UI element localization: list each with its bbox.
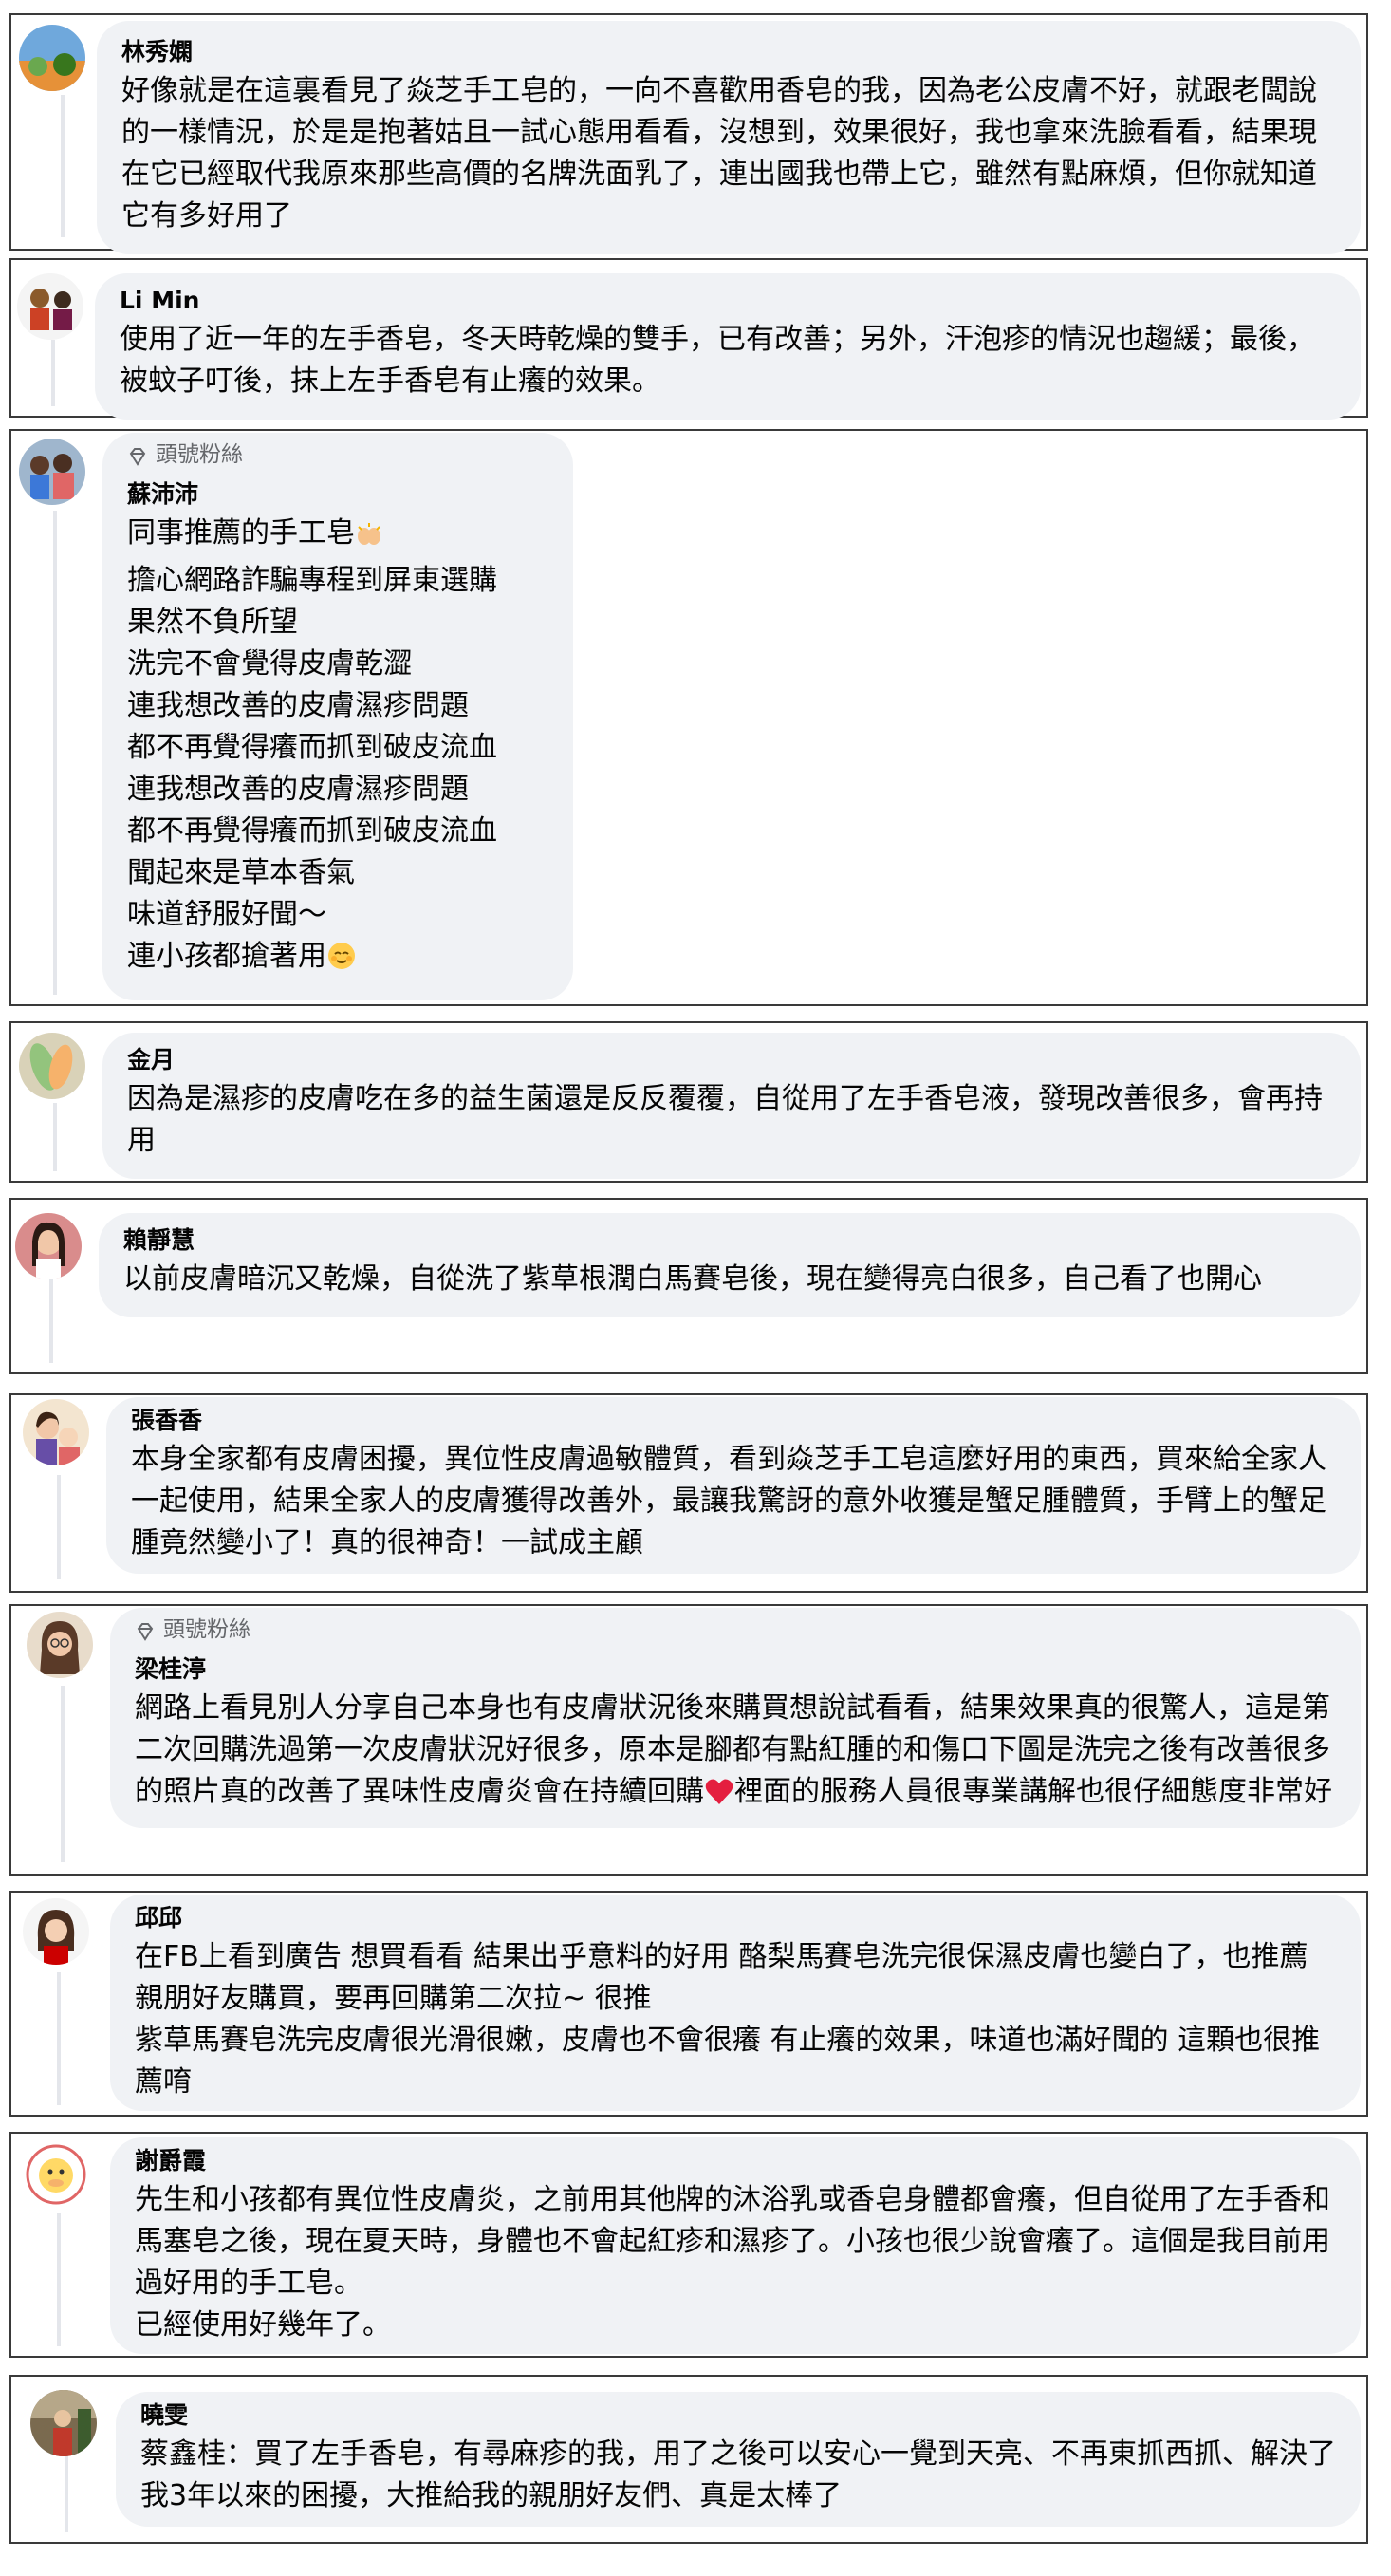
- badge-label: 頭號粉絲: [163, 1617, 250, 1642]
- comment-bubble: Li Min 使用了近一年的左手香皂，冬天時乾燥的雙手，已有改善；另外，汗泡疹的…: [95, 273, 1361, 420]
- comment-card: 邱邱 在FB上看到廣告 想買看看 結果出乎意料的好用 酪梨馬賽皂洗完很保濕皮膚也…: [9, 1891, 1368, 2117]
- commenter-name[interactable]: 賴靜慧: [123, 1223, 1336, 1259]
- diamond-icon: [135, 1619, 156, 1641]
- comment-bubble: 頭號粉絲 蘇沛沛 同事推薦的手工皂 擔心網路詐騙專程到屏東選購 果然不負所望 洗…: [102, 433, 573, 1000]
- comment-bubble: 曉雯 蔡鑫桂：買了左手香皂，有尋麻疹的我，用了之後可以安心一覺到天亮、不再東抓西…: [116, 2392, 1361, 2527]
- comment-card: 賴靜慧 以前皮膚暗沉又乾燥，自從洗了紫草根潤白馬賽皂後，現在變得亮白很多，自己看…: [9, 1198, 1368, 1374]
- thread-line: [57, 2213, 61, 2346]
- landscape-avatar-image: [19, 25, 85, 91]
- mother-child-avatar-image: [23, 1399, 89, 1465]
- avatar[interactable]: [15, 1213, 82, 1279]
- comment-text: 好像就是在這裏看見了焱芝手工皂的，一向不喜歡用香皂的我，因為老公皮膚不好，就跟老…: [121, 74, 1317, 233]
- outdoor-avatar-image: [30, 2390, 97, 2456]
- thread-line: [51, 340, 55, 406]
- comment-card: Li Min 使用了近一年的左手香皂，冬天時乾燥的雙手，已有改善；另外，汗泡疹的…: [9, 258, 1368, 420]
- selfie-avatar-image: [23, 1898, 89, 1965]
- comment-line: 果然不負所望: [127, 606, 298, 639]
- commenter-name[interactable]: 謝爵霞: [135, 2143, 1336, 2179]
- thread-line: [61, 95, 65, 237]
- cartoon-duck-avatar-image: [23, 2141, 89, 2208]
- thread-line: [57, 1475, 61, 1579]
- avatar[interactable]: [19, 25, 85, 91]
- diamond-icon: [127, 444, 148, 466]
- comment-line: 都不再覺得癢而抓到破皮流血: [127, 731, 497, 764]
- food-avatar-image: [19, 1033, 85, 1099]
- comment-bubble: 頭號粉絲 梁桂渟 網路上看見別人分享自己本身也有皮膚狀況後來購買想說試看看，結果…: [110, 1608, 1361, 1828]
- thread-line: [53, 1103, 57, 1171]
- commenter-name[interactable]: 梁桂渟: [135, 1652, 1336, 1688]
- comment-text: 蔡鑫桂：買了左手香皂，有尋麻疹的我，用了之後可以安心一覺到天亮、不再東抓西抓、解…: [140, 2437, 1336, 2512]
- avatar[interactable]: [27, 1612, 93, 1678]
- comment-card: 金月 因為是濕疹的皮膚吃在多的益生菌還是反反覆覆，自從用了左手香皂液，發現改善很…: [9, 1021, 1368, 1183]
- comment-card: 曉雯 蔡鑫桂：買了左手香皂，有尋麻疹的我，用了之後可以安心一覺到天亮、不再東抓西…: [9, 2375, 1368, 2544]
- comment-line: 連小孩都搶著用: [127, 936, 548, 983]
- avatar[interactable]: [17, 273, 83, 340]
- comment-line: 都不再覺得癢而抓到破皮流血: [127, 814, 497, 848]
- avatar[interactable]: [23, 1898, 89, 1965]
- comment-line: 同事推薦的手工皂: [127, 513, 548, 560]
- comment-text: 先生和小孩都有異位性皮膚炎，之前用其他牌的沐浴乳或香皂身體都會癢，但自從用了左手…: [135, 2183, 1330, 2342]
- avatar[interactable]: [19, 439, 85, 505]
- woman-glasses-avatar-image: [27, 1612, 93, 1678]
- relieved-face-emoji: [326, 941, 357, 983]
- raising-hands-emoji: [355, 518, 383, 560]
- comment-text: 網路上看見別人分享自己本身也有皮膚狀況後來購買想說試看看，結果效果真的很驚人，這…: [135, 1688, 1336, 1819]
- comment-card: 林秀嫻 好像就是在這裏看見了焱芝手工皂的，一向不喜歡用香皂的我，因為老公皮膚不好…: [9, 13, 1368, 254]
- comment-bubble: 賴靜慧 以前皮膚暗沉又乾燥，自從洗了紫草根潤白馬賽皂後，現在變得亮白很多，自己看…: [99, 1213, 1361, 1317]
- comment-text: 以前皮膚暗沉又乾燥，自從洗了紫草根潤白馬賽皂後，現在變得亮白很多，自己看了也開心: [123, 1262, 1262, 1296]
- comment-line: 連我想改善的皮膚濕疹問題: [127, 773, 469, 806]
- commenter-name[interactable]: 金月: [127, 1042, 1336, 1078]
- comment-card: 謝爵霞 先生和小孩都有異位性皮膚炎，之前用其他牌的沐浴乳或香皂身體都會癢，但自從…: [9, 2132, 1368, 2358]
- avatar[interactable]: [23, 1399, 89, 1465]
- commenter-name[interactable]: 林秀嫻: [121, 34, 1336, 70]
- comment-bubble: 金月 因為是濕疹的皮膚吃在多的益生菌還是反反覆覆，自從用了左手香皂液，發現改善很…: [102, 1033, 1361, 1179]
- comment-line: 擔心網路詐騙專程到屏東選購: [127, 564, 497, 597]
- commenter-name[interactable]: 蘇沛沛: [127, 476, 548, 513]
- thread-line: [57, 1972, 61, 2105]
- thread-line: [49, 1279, 53, 1363]
- comment-line: 連我想改善的皮膚濕疹問題: [127, 689, 469, 722]
- commenter-name[interactable]: Li Min: [120, 283, 1336, 319]
- thread-line: [61, 1686, 65, 1862]
- comment-card: 張香香 本身全家都有皮膚困擾，異位性皮膚過敏體質，看到焱芝手工皂這麼好用的東西，…: [9, 1393, 1368, 1593]
- comment-bubble: 邱邱 在FB上看到廣告 想買看看 結果出乎意料的好用 酪梨馬賽皂洗完很保濕皮膚也…: [110, 1895, 1361, 2111]
- comment-text: 使用了近一年的左手香皂，冬天時乾燥的雙手，已有改善；另外，汗泡疹的情況也趨緩；最…: [120, 323, 1315, 398]
- comment-card: 頭號粉絲 梁桂渟 網路上看見別人分享自己本身也有皮膚狀況後來購買想說試看看，結果…: [9, 1604, 1368, 1876]
- comment-line: 聞起來是草本香氣: [127, 856, 355, 889]
- comment-line: 味道舒服好聞～: [127, 898, 326, 931]
- top-fan-badge: 頭號粉絲: [135, 1614, 1336, 1646]
- people-avatar-image: [17, 273, 83, 340]
- portrait-avatar-image: [15, 1213, 82, 1279]
- comment-text: 因為是濕疹的皮膚吃在多的益生菌還是反反覆覆，自從用了左手香皂液，發現改善很多，會…: [127, 1082, 1323, 1157]
- top-fan-badge: 頭號粉絲: [127, 439, 548, 471]
- avatar[interactable]: [19, 1033, 85, 1099]
- commenter-name[interactable]: 邱邱: [135, 1900, 1336, 1936]
- commenter-name[interactable]: 曉雯: [140, 2398, 1336, 2434]
- comment-text: 本身全家都有皮膚困擾，異位性皮膚過敏體質，看到焱芝手工皂這麼好用的東西，買來給全…: [131, 1443, 1326, 1559]
- comment-bubble: 林秀嫻 好像就是在這裏看見了焱芝手工皂的，一向不喜歡用香皂的我，因為老公皮膚不好…: [97, 21, 1361, 254]
- comment-line: 洗完不會覺得皮膚乾澀: [127, 647, 412, 681]
- comment-bubble: 張香香 本身全家都有皮膚困擾，異位性皮膚過敏體質，看到焱芝手工皂這麼好用的東西，…: [106, 1397, 1361, 1574]
- family-avatar-image: [19, 439, 85, 505]
- avatar[interactable]: [30, 2390, 97, 2456]
- avatar[interactable]: [23, 2141, 89, 2208]
- red-heart-emoji: [704, 1777, 734, 1819]
- thread-line: [65, 2456, 68, 2532]
- thread-line: [53, 511, 57, 995]
- comment-bubble: 謝爵霞 先生和小孩都有異位性皮膚炎，之前用其他牌的沐浴乳或香皂身體都會癢，但自從…: [110, 2137, 1361, 2354]
- badge-label: 頭號粉絲: [156, 442, 243, 467]
- comment-text: 在FB上看到廣告 想買看看 結果出乎意料的好用 酪梨馬賽皂洗完很保濕皮膚也變白了…: [135, 1940, 1321, 2099]
- commenter-name[interactable]: 張香香: [131, 1403, 1336, 1439]
- comment-card: 頭號粉絲 蘇沛沛 同事推薦的手工皂 擔心網路詐騙專程到屏東選購 果然不負所望 洗…: [9, 429, 1368, 1006]
